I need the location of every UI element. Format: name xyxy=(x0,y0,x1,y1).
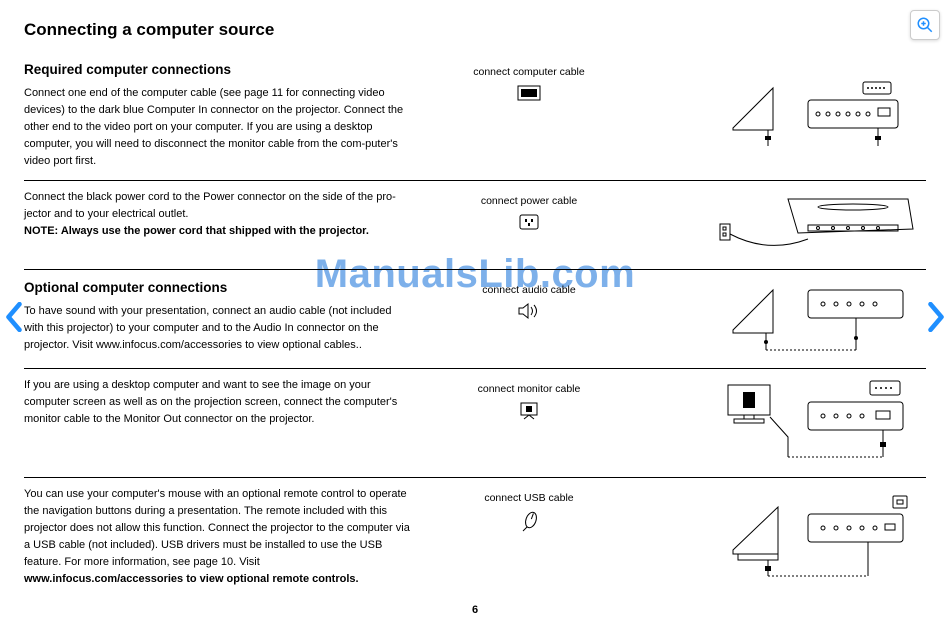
section-audio-cable: Optional computer connections To have so… xyxy=(24,270,926,369)
power-plug-icon xyxy=(518,213,540,234)
zoom-in-icon xyxy=(916,16,934,34)
heading-required: Required computer connections xyxy=(24,60,414,81)
prev-page-button[interactable] xyxy=(0,297,28,337)
speaker-icon xyxy=(517,302,541,323)
heading-optional: Optional computer connections xyxy=(24,278,414,299)
diagram-monitor-cable xyxy=(644,377,926,467)
page-title: Connecting a computer source xyxy=(24,20,926,40)
mouse-icon xyxy=(520,510,538,535)
section-computer-cable: Required computer connections Connect on… xyxy=(24,52,926,181)
caption: connect monitor cable xyxy=(414,383,644,395)
note: NOTE: Always use the power cord that shi… xyxy=(24,223,414,240)
note: www.infocus.com/accessories to view opti… xyxy=(24,571,414,588)
diagram-power-cable xyxy=(644,189,926,259)
page-number: 6 xyxy=(24,604,926,616)
caption: connect power cable xyxy=(414,195,644,207)
body-text: Connect one end of the computer cable (s… xyxy=(24,85,414,170)
body-text: To have sound with your presentation, co… xyxy=(24,303,414,354)
diagram-usb-cable xyxy=(644,486,926,588)
body-text: If you are using a desktop computer and … xyxy=(24,377,414,428)
caption: connect USB cable xyxy=(414,492,644,504)
caption: connect computer cable xyxy=(414,66,644,78)
section-monitor-cable: If you are using a desktop computer and … xyxy=(24,369,926,478)
section-usb-cable: You can use your computer's mouse with a… xyxy=(24,478,926,598)
zoom-button[interactable] xyxy=(910,10,940,40)
caption: connect audio cable xyxy=(414,284,644,296)
section-power-cable: Connect the black power cord to the Powe… xyxy=(24,181,926,270)
diagram-audio-cable xyxy=(644,278,926,358)
monitor-out-icon xyxy=(518,401,540,424)
body-text: You can use your computer's mouse with a… xyxy=(24,486,414,571)
next-page-button[interactable] xyxy=(922,297,950,337)
body-text: Connect the black power cord to the Powe… xyxy=(24,189,414,223)
monitor-icon xyxy=(516,84,542,107)
diagram-computer-cable xyxy=(644,60,926,170)
